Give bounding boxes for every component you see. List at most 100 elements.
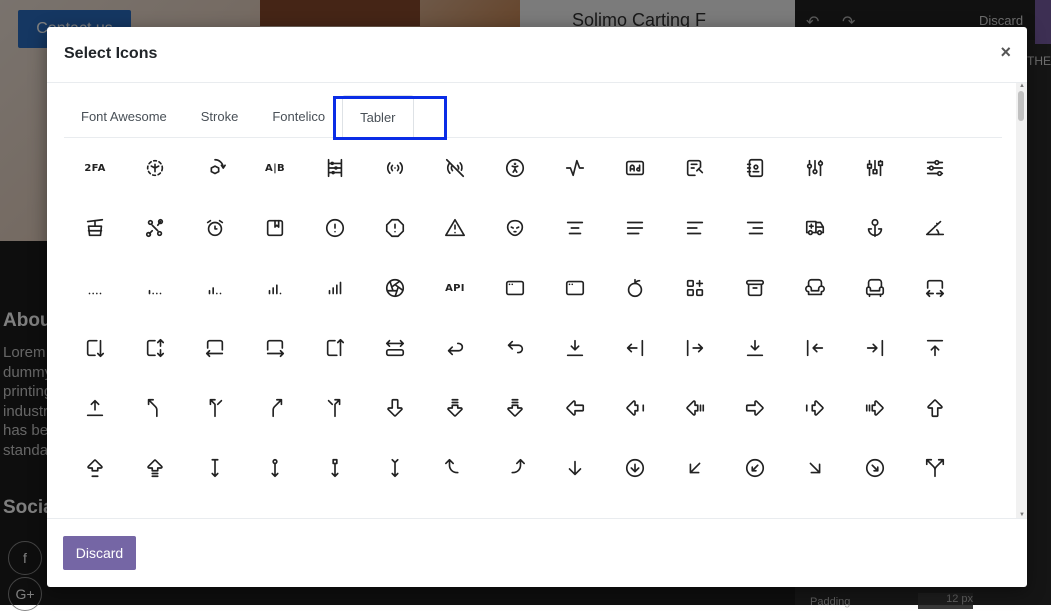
arrow-big-up-lines-icon[interactable] (125, 438, 185, 498)
arrow-bottom-tail-icon[interactable] (365, 438, 425, 498)
arrow-big-left-lines-icon[interactable] (665, 378, 725, 438)
apple-icon[interactable] (605, 258, 665, 318)
anchor-icon[interactable] (845, 198, 905, 258)
arrow-bar-to-up-icon[interactable] (905, 318, 965, 378)
arrow-big-up-line-icon[interactable] (65, 438, 125, 498)
arrow-big-top-icon[interactable] (905, 378, 965, 438)
arrow-down-left-circle-icon[interactable] (725, 438, 785, 498)
arrow-bar-left-icon[interactable] (605, 318, 665, 378)
arrow-autofit-height-icon[interactable] (125, 318, 185, 378)
a-b-icon[interactable]: A|B (245, 138, 305, 198)
aerial-lift-icon[interactable] (65, 198, 125, 258)
adjustments-horizontal-icon[interactable] (905, 138, 965, 198)
3d-rotate-icon[interactable] (185, 138, 245, 198)
arrow-bottom-square-icon[interactable] (305, 438, 365, 498)
arrow-bear-right-2-icon[interactable] (305, 378, 365, 438)
arrow-fork-icon[interactable] (905, 438, 965, 498)
align-right-icon[interactable] (725, 198, 785, 258)
scroll-thumb[interactable] (1018, 91, 1024, 121)
arrow-bear-left-icon[interactable] (125, 378, 185, 438)
align-justified-icon[interactable] (605, 198, 665, 258)
arrow-big-right-line-icon[interactable] (785, 378, 845, 438)
app-window-icon[interactable] (545, 258, 605, 318)
scroll-up-icon[interactable]: ▲ (1019, 83, 1025, 89)
arrow-bar-right-icon[interactable] (665, 318, 725, 378)
armchair-icon[interactable] (845, 258, 905, 318)
arrow-autofit-down-icon[interactable] (65, 318, 125, 378)
api-icon[interactable]: API (425, 258, 485, 318)
tab-stroke[interactable]: Stroke (184, 95, 256, 137)
alarm-icon[interactable] (185, 198, 245, 258)
arrow-autofit-right-icon[interactable] (245, 318, 305, 378)
arrow-autofit-width-icon[interactable] (905, 258, 965, 318)
app-window-alt-icon[interactable] (485, 258, 545, 318)
arrow-big-right-icon[interactable] (725, 378, 785, 438)
2fa-icon[interactable]: 2FA (65, 138, 125, 198)
archive-icon[interactable] (725, 258, 785, 318)
arrow-back-up-icon[interactable] (485, 318, 545, 378)
arrow-big-down-line-icon[interactable] (425, 378, 485, 438)
close-icon[interactable]: × (1000, 42, 1011, 63)
arrow-bottom-bar-icon[interactable] (185, 438, 245, 498)
aperture-icon[interactable] (365, 258, 425, 318)
apps-icon[interactable] (665, 258, 725, 318)
abacus-icon[interactable] (305, 138, 365, 198)
album-icon[interactable] (245, 198, 305, 258)
discard-button[interactable]: Discard (63, 536, 136, 570)
antenna-bars-1-icon[interactable] (65, 258, 125, 318)
accessible-icon[interactable] (485, 138, 545, 198)
arrow-curve-left-icon[interactable] (425, 438, 485, 498)
arrow-curve-right-icon[interactable] (485, 438, 545, 498)
address-book-icon[interactable] (725, 138, 785, 198)
activity-icon[interactable] (545, 138, 605, 198)
arrow-bear-left-2-icon[interactable] (185, 378, 245, 438)
tab-fontelico[interactable]: Fontelico (255, 95, 342, 137)
arrow-big-down-lines-icon[interactable] (485, 378, 545, 438)
arrow-big-right-lines-icon[interactable] (845, 378, 905, 438)
adjustments-icon[interactable] (785, 138, 845, 198)
antenna-bars-2-icon[interactable] (125, 258, 185, 318)
arrow-bar-to-left-icon[interactable] (785, 318, 845, 378)
arrow-down-icon[interactable] (545, 438, 605, 498)
tab-font-awesome[interactable]: Font Awesome (64, 95, 184, 137)
adjustments-alt-icon[interactable] (845, 138, 905, 198)
arrow-bear-right-icon[interactable] (245, 378, 305, 438)
align-left-icon[interactable] (665, 198, 725, 258)
access-point-off-icon[interactable] (425, 138, 485, 198)
arrow-big-left-icon[interactable] (545, 378, 605, 438)
alert-octagon-icon[interactable] (365, 198, 425, 258)
arrow-bar-to-right-icon[interactable] (845, 318, 905, 378)
3d-cube-sphere-icon[interactable] (125, 138, 185, 198)
angle-icon[interactable] (905, 198, 965, 258)
arrow-down-right-circle-icon[interactable] (845, 438, 905, 498)
antenna-bars-5-icon[interactable] (305, 258, 365, 318)
alert-circle-icon[interactable] (305, 198, 365, 258)
arrow-big-left-line-icon[interactable] (605, 378, 665, 438)
ad-icon[interactable] (605, 138, 665, 198)
access-point-icon[interactable] (365, 138, 425, 198)
arrow-back-icon[interactable] (425, 318, 485, 378)
ad-2-icon[interactable] (665, 138, 725, 198)
arrow-autofit-left-icon[interactable] (185, 318, 245, 378)
arrow-down-left-icon[interactable] (665, 438, 725, 498)
arrow-bar-down-icon[interactable] (545, 318, 605, 378)
arrow-bar-to-down-icon[interactable] (725, 318, 785, 378)
modal-scrollbar[interactable]: ▲ ▼ (1016, 83, 1027, 518)
arrow-autofit-content-icon[interactable] (365, 318, 425, 378)
arrow-big-down-icon[interactable] (365, 378, 425, 438)
modal-title: Select Icons (64, 45, 158, 62)
affiliate-icon[interactable] (125, 198, 185, 258)
arrow-autofit-up-icon[interactable] (305, 318, 365, 378)
align-center-icon[interactable] (545, 198, 605, 258)
arrow-bar-up-icon[interactable] (65, 378, 125, 438)
arrow-down-circle-icon[interactable] (605, 438, 665, 498)
armchair-2-icon[interactable] (785, 258, 845, 318)
ambulance-icon[interactable] (785, 198, 845, 258)
antenna-bars-4-icon[interactable] (245, 258, 305, 318)
antenna-bars-3-icon[interactable] (185, 258, 245, 318)
alien-icon[interactable] (485, 198, 545, 258)
arrow-bottom-circle-icon[interactable] (245, 438, 305, 498)
alert-triangle-icon[interactable] (425, 198, 485, 258)
a-b-label: A|B (265, 162, 285, 174)
arrow-down-right-icon[interactable] (785, 438, 845, 498)
